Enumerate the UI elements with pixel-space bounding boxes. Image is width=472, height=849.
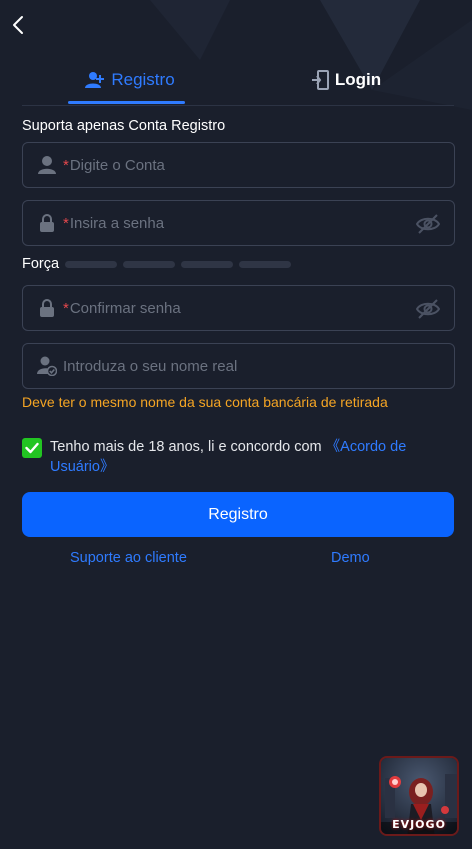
register-button[interactable]: Registro (22, 492, 454, 537)
strength-bar (239, 260, 292, 268)
strength-bar (65, 260, 118, 268)
eye-off-icon[interactable] (415, 213, 441, 235)
back-button[interactable] (8, 12, 28, 38)
chevron-left-icon (13, 16, 23, 34)
customer-support-link[interactable]: Suporte ao cliente (70, 550, 187, 566)
lock-icon (37, 298, 57, 318)
add-user-icon (85, 71, 105, 89)
confirm-placeholder: Confirmar senha (69, 299, 181, 317)
promo-label: EVJOGO (392, 818, 446, 831)
account-input[interactable]: * Digite o Conta (22, 142, 455, 188)
required-mark: * (63, 156, 69, 174)
user-verified-icon (37, 356, 57, 376)
login-door-icon (311, 70, 329, 90)
promo-badge[interactable]: EVJOGO (379, 756, 459, 836)
required-mark: * (63, 214, 69, 232)
strength-bar (123, 260, 176, 268)
strength-bar (181, 260, 234, 268)
form-title: Suporta apenas Conta Registro (22, 118, 226, 134)
real-name-input[interactable]: Introduza o seu nome real (22, 343, 455, 389)
password-strength: Força (22, 256, 297, 272)
real-name-warning: Deve ter o mesmo nome da sua conta bancá… (22, 394, 388, 410)
user-icon (37, 155, 57, 175)
real-name-placeholder: Introduza o seu nome real (63, 357, 238, 375)
strength-label: Força (22, 256, 60, 272)
agreement-checkbox[interactable] (22, 438, 42, 458)
tab-login-label: Login (334, 70, 382, 89)
account-placeholder: Digite o Conta (69, 156, 165, 174)
age-agreement: Tenho mais de 18 anos, li e concordo com… (22, 437, 442, 477)
lock-icon (37, 213, 57, 233)
tab-login[interactable]: Login (238, 58, 454, 102)
auth-tabs: Registro Login (22, 58, 454, 106)
active-tab-indicator (68, 101, 185, 104)
confirm-password-input[interactable]: * Confirmar senha (22, 285, 455, 331)
tab-registro[interactable]: Registro (22, 58, 238, 104)
password-input[interactable]: * Insira a senha (22, 200, 455, 246)
eye-off-icon[interactable] (415, 298, 441, 320)
agreement-text: Tenho mais de 18 anos, li e concordo com… (50, 437, 442, 477)
password-placeholder: Insira a senha (69, 214, 165, 232)
agreement-label: Tenho mais de 18 anos, li e concordo com (50, 439, 326, 455)
demo-link[interactable]: Demo (331, 550, 370, 566)
required-mark: * (63, 299, 69, 317)
tab-registro-label: Registro (111, 70, 175, 89)
checkmark-icon (25, 442, 39, 454)
